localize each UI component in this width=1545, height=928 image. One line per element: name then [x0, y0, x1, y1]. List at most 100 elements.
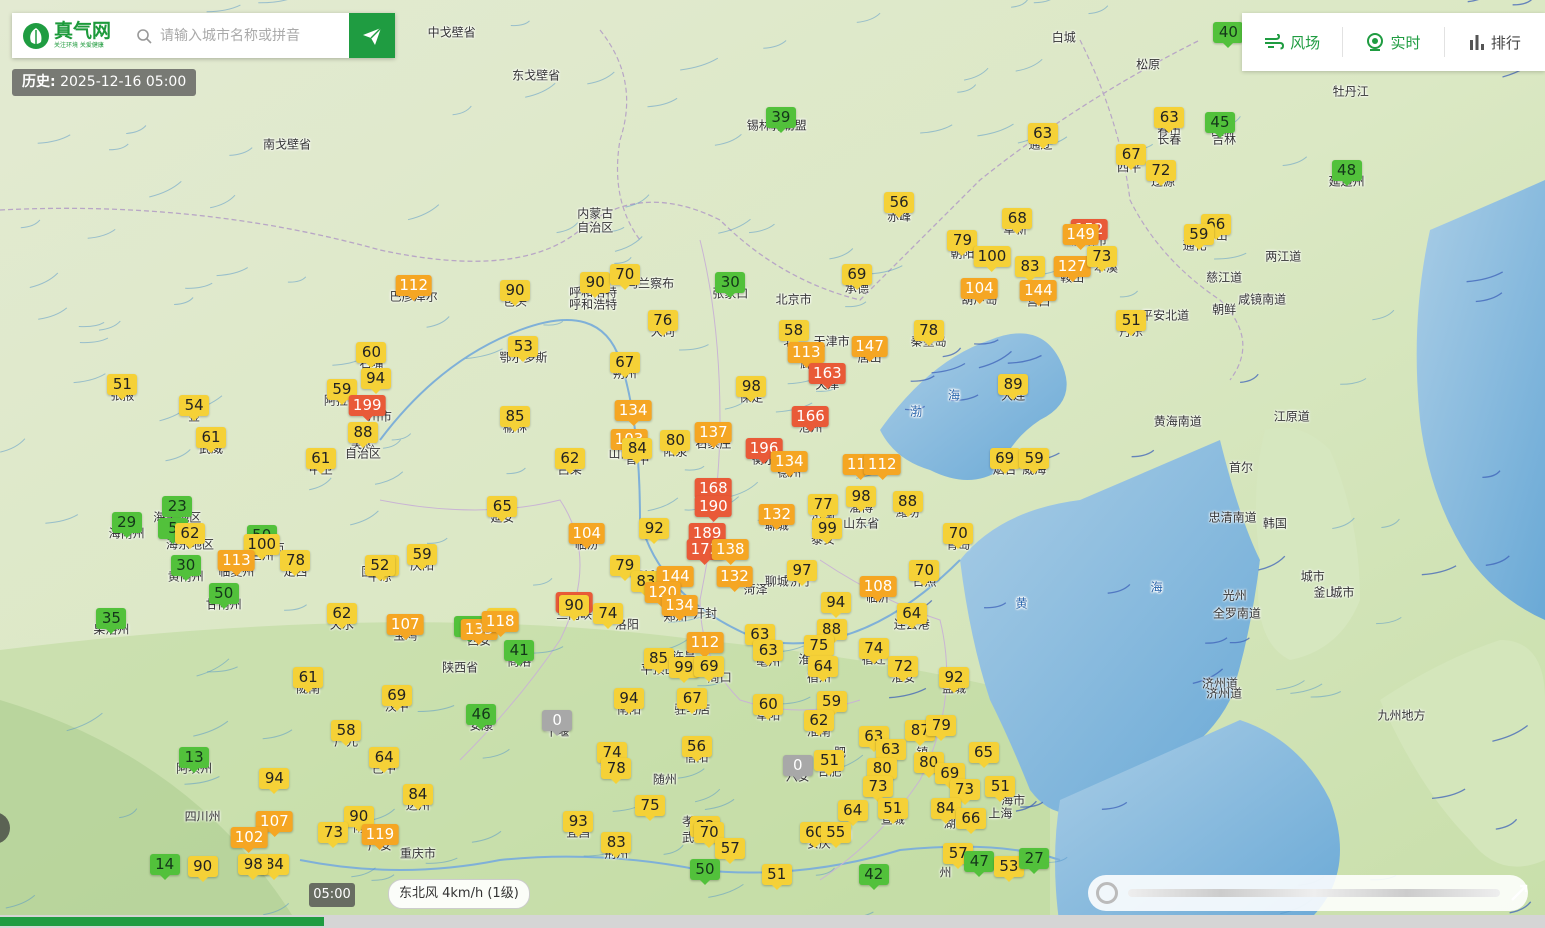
aqi-station-marker[interactable]: 83	[1015, 256, 1045, 283]
aqi-value-badge[interactable]: 41	[504, 640, 535, 667]
aqi-station-marker[interactable]: 51	[761, 864, 792, 891]
realtime-button[interactable]: 实时	[1342, 27, 1443, 57]
aqi-value-badge[interactable]: 64	[808, 656, 839, 683]
aqi-value-badge[interactable]: 66	[955, 808, 986, 835]
aqi-station-marker[interactable]: 113	[787, 341, 825, 368]
aqi-value-badge[interactable]: 47	[964, 851, 995, 877]
aqi-value-badge[interactable]: 56	[681, 736, 712, 763]
aqi-value-badge[interactable]: 93	[563, 811, 594, 837]
aqi-station-marker[interactable]: 138	[711, 539, 749, 565]
playback-track[interactable]	[1128, 889, 1500, 897]
aqi-station-marker[interactable]: 112	[395, 275, 433, 301]
aqi-station-marker[interactable]: 66	[955, 808, 986, 835]
aqi-value-badge[interactable]: 51	[761, 864, 792, 891]
aqi-value-badge[interactable]: 83	[601, 832, 632, 859]
aqi-value-badge[interactable]: 78	[601, 757, 632, 784]
aqi-value-badge[interactable]: 98	[736, 376, 767, 403]
aqi-value-badge[interactable]: 63	[1027, 123, 1058, 149]
aqi-value-badge[interactable]: 77	[808, 493, 839, 520]
aqi-station-marker[interactable]: 59	[1183, 224, 1214, 251]
aqi-value-badge[interactable]: 70	[609, 264, 640, 291]
aqi-value-badge[interactable]: 64	[369, 747, 400, 773]
aqi-value-badge[interactable]: 92	[639, 517, 670, 544]
aqi-value-badge[interactable]: 73	[318, 821, 349, 848]
aqi-station-marker[interactable]: 112	[863, 453, 901, 480]
aqi-station-marker[interactable]: 59	[1019, 448, 1050, 475]
aqi-value-badge[interactable]: 30	[715, 272, 746, 299]
fullscreen-icon[interactable]	[1510, 884, 1528, 902]
aqi-value-badge[interactable]: 13	[179, 747, 210, 773]
aqi-station-marker[interactable]: 94	[360, 368, 391, 395]
aqi-station-marker[interactable]: 84	[402, 784, 433, 811]
aqi-station-marker[interactable]: 0	[542, 709, 573, 736]
aqi-station-marker[interactable]: 73	[318, 821, 349, 848]
aqi-value-badge[interactable]: 61	[293, 667, 324, 693]
aqi-station-marker[interactable]: 65	[968, 741, 999, 768]
aqi-value-badge[interactable]: 112	[863, 453, 901, 480]
aqi-value-badge[interactable]: 29	[111, 512, 142, 539]
aqi-value-badge[interactable]: 30	[170, 555, 201, 581]
aqi-station-marker[interactable]: 27	[1019, 848, 1050, 875]
aqi-value-badge[interactable]: 63	[1154, 107, 1185, 133]
aqi-station-marker[interactable]: 47	[964, 851, 995, 877]
aqi-station-marker[interactable]: 50	[208, 582, 239, 609]
aqi-station-marker[interactable]: 50	[689, 859, 720, 885]
aqi-value-badge[interactable]: 138	[711, 539, 749, 565]
aqi-value-badge[interactable]: 70	[943, 523, 974, 549]
aqi-value-badge[interactable]: 68	[1002, 208, 1033, 235]
aqi-value-badge[interactable]: 72	[1145, 160, 1176, 187]
aqi-value-badge[interactable]: 199	[348, 395, 386, 421]
aqi-station-marker[interactable]: 42	[858, 864, 889, 891]
aqi-station-marker[interactable]: 23	[162, 496, 193, 523]
aqi-value-badge[interactable]: 85	[500, 405, 530, 432]
aqi-value-badge[interactable]: 107	[386, 613, 424, 640]
aqi-station-marker[interactable]: 113	[218, 549, 255, 576]
aqi-station-marker[interactable]: 46	[466, 704, 497, 731]
aqi-value-badge[interactable]: 0	[782, 755, 813, 781]
aqi-station-marker[interactable]: 60	[753, 693, 784, 720]
playback-controls[interactable]	[1088, 875, 1528, 911]
aqi-value-badge[interactable]: 102	[230, 827, 268, 853]
aqi-station-marker[interactable]: 35	[96, 608, 127, 635]
aqi-station-marker[interactable]: 0	[782, 755, 813, 781]
aqi-value-badge[interactable]: 57	[715, 837, 746, 864]
aqi-station-marker[interactable]: 134	[771, 451, 808, 477]
aqi-value-badge[interactable]: 59	[1019, 448, 1050, 475]
aqi-value-badge[interactable]: 42	[858, 864, 889, 891]
aqi-value-badge[interactable]: 118	[481, 611, 519, 637]
aqi-station-marker[interactable]: 61	[196, 427, 227, 453]
aqi-value-badge[interactable]: 63	[753, 640, 784, 667]
aqi-value-badge[interactable]: 67	[1116, 144, 1147, 171]
aqi-station-marker[interactable]: 70	[609, 264, 640, 291]
aqi-value-badge[interactable]: 62	[803, 709, 834, 736]
aqi-value-badge[interactable]: 94	[360, 368, 391, 395]
aqi-value-badge[interactable]: 78	[280, 549, 311, 576]
aqi-station-marker[interactable]: 99	[812, 517, 843, 544]
aqi-station-marker[interactable]: 65	[487, 496, 518, 523]
aqi-station-marker[interactable]: 57	[715, 837, 746, 864]
aqi-value-badge[interactable]: 58	[331, 720, 362, 747]
aqi-value-badge[interactable]: 62	[326, 603, 357, 629]
aqi-station-marker[interactable]: 149	[1062, 224, 1099, 251]
aqi-value-badge[interactable]: 45	[1204, 112, 1235, 139]
aqi-station-marker[interactable]: 89	[998, 373, 1029, 400]
aqi-value-badge[interactable]: 94	[820, 592, 851, 619]
aqi-value-badge[interactable]: 0	[542, 709, 573, 736]
aqi-value-badge[interactable]: 90	[500, 280, 530, 307]
aqi-station-marker[interactable]: 78	[280, 549, 311, 576]
aqi-station-marker[interactable]: 63	[753, 640, 784, 667]
aqi-value-badge[interactable]: 73	[1086, 245, 1117, 272]
aqi-station-marker[interactable]: 60	[356, 341, 387, 368]
aqi-value-badge[interactable]: 190	[695, 496, 732, 523]
aqi-station-marker[interactable]: 61	[293, 667, 324, 693]
aqi-station-marker[interactable]: 39	[765, 107, 796, 133]
aqi-station-marker[interactable]: 64	[808, 656, 839, 683]
aqi-station-marker[interactable]: 163	[809, 363, 846, 389]
aqi-station-marker[interactable]: 76	[647, 309, 678, 336]
aqi-station-marker[interactable]: 59	[407, 544, 438, 571]
aqi-station-marker[interactable]: 132	[758, 504, 796, 531]
aqi-station-marker[interactable]: 75	[803, 635, 834, 661]
aqi-value-badge[interactable]: 73	[863, 776, 894, 803]
aqi-value-badge[interactable]: 65	[968, 741, 999, 768]
aqi-station-marker[interactable]: 48	[1331, 160, 1362, 187]
